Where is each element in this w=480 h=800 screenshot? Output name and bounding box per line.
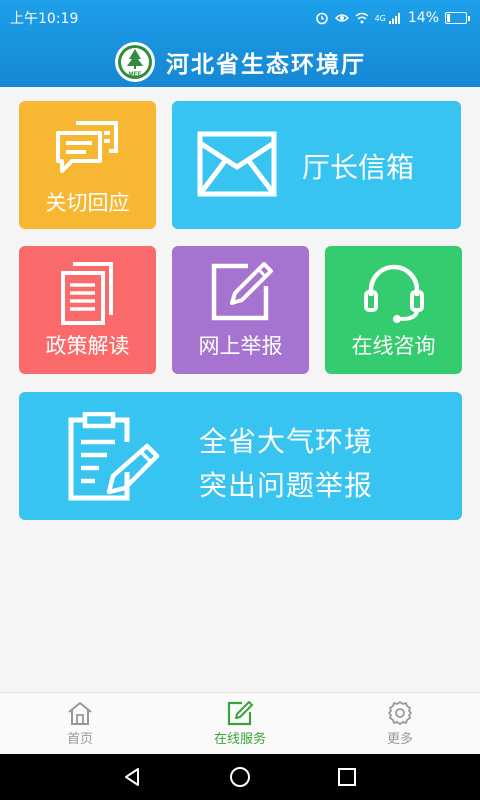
bottom-tab-bar: 首页 在线服务 更多 [0, 692, 480, 754]
battery-icon [445, 12, 470, 24]
tab-home[interactable]: 首页 [0, 693, 160, 754]
app-header: 上午10:19 4G 14% MEE 河北省生态环境厅 [0, 0, 480, 87]
page-title: 河北省生态环境厅 [166, 51, 366, 78]
tile-concern-reply[interactable]: 关切回应 [19, 101, 156, 229]
tab-label: 在线服务 [213, 732, 266, 747]
home-circle-icon[interactable] [228, 765, 252, 789]
tile-label: 在线咨询 [351, 334, 436, 358]
document-icon [61, 262, 113, 325]
tile-label-line1: 全省大气环境 [199, 425, 374, 458]
tab-label: 更多 [386, 732, 413, 747]
system-nav-bar [0, 754, 480, 800]
battery-percent: 14% [407, 10, 439, 26]
tile-label: 关切回应 [45, 191, 130, 215]
home-icon [68, 701, 92, 725]
signal-icon [388, 13, 400, 24]
back-icon[interactable] [121, 765, 145, 789]
status-icons: 4G 14% [315, 10, 470, 26]
tab-more[interactable]: 更多 [320, 693, 480, 754]
tile-label: 厅长信箱 [302, 151, 415, 184]
tile-online-consultation[interactable]: 在线咨询 [325, 246, 462, 374]
clipboard-icon [68, 412, 160, 501]
headset-icon [364, 264, 424, 323]
services-grid: 关切回应 厅长信箱 政策解读 网上举报 在线咨询 全省大气环境 突出问题举报 [0, 87, 480, 692]
tile-online-report[interactable]: 网上举报 [172, 246, 309, 374]
tile-air-quality-report[interactable]: 全省大气环境 突出问题举报 [19, 392, 462, 520]
chat-icon [56, 121, 118, 173]
mee-logo: MEE [115, 41, 155, 82]
tile-label-line2: 突出问题举报 [199, 469, 374, 502]
tab-label: 首页 [66, 732, 93, 747]
title-bar: MEE 河北省生态环境厅 [0, 36, 480, 87]
tile-director-mailbox[interactable]: 厅长信箱 [172, 101, 461, 229]
recents-icon[interactable] [335, 765, 359, 789]
tile-label: 政策解读 [45, 334, 130, 358]
status-time: 上午10:19 [10, 11, 79, 27]
gear-icon [388, 701, 412, 725]
wifi-icon [355, 12, 369, 24]
tile-policy-interpretation[interactable]: 政策解读 [19, 246, 156, 374]
service-edit-icon [227, 701, 253, 726]
network-type: 4G [374, 13, 386, 23]
alarm-icon [315, 12, 328, 25]
tile-label: 网上举报 [198, 334, 283, 358]
eye-icon [334, 14, 349, 22]
edit-icon [211, 262, 273, 321]
tab-online-services[interactable]: 在线服务 [160, 693, 320, 754]
status-bar: 上午10:19 4G 14% [0, 0, 480, 36]
logo-text: MEE [128, 72, 141, 78]
envelope-icon [197, 131, 277, 197]
